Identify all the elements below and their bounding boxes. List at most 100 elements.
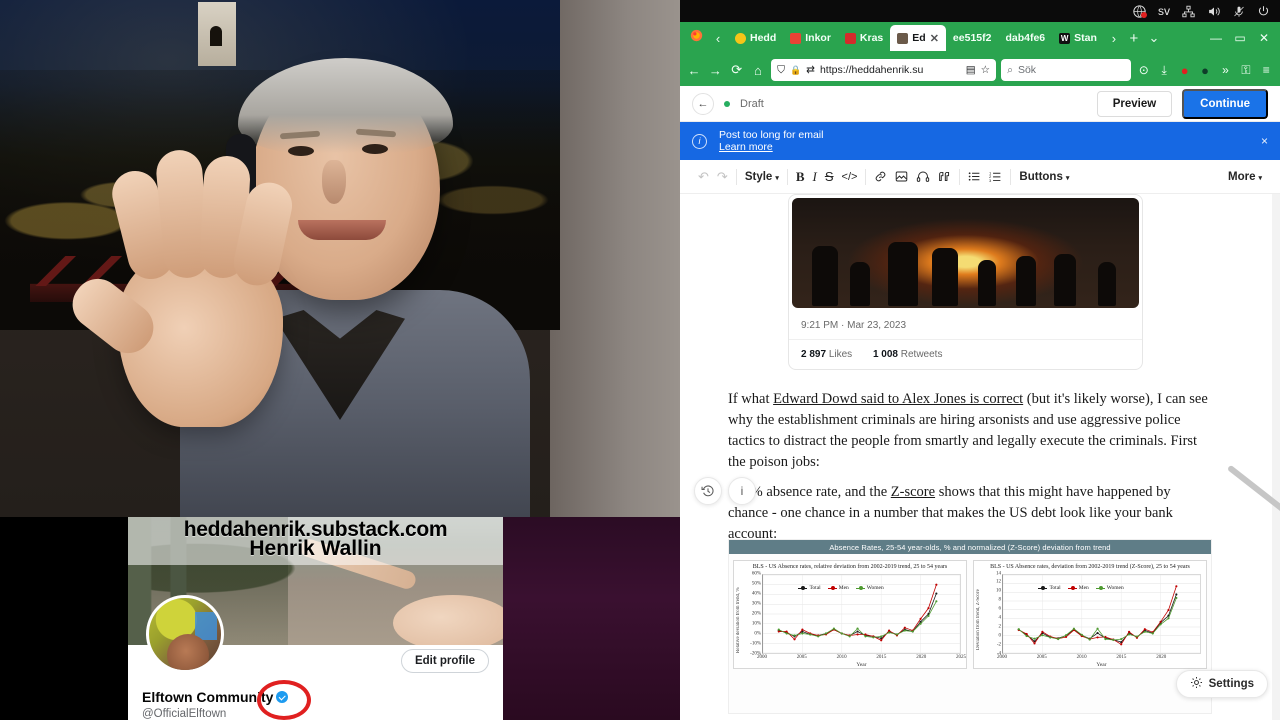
p1-link[interactable]: Edward Dowd said to Alex Jones is correc… (773, 391, 1023, 407)
image-icon[interactable] (895, 170, 908, 183)
y-tick-label: 12 (996, 579, 1001, 585)
tweet-timestamp: 9:21 PM · Mar 23, 2023 (801, 320, 907, 331)
overflow-chevrons-icon[interactable]: » (1218, 63, 1233, 77)
chart-title: BLS - US Absence rates, relative deviati… (752, 564, 948, 570)
tab-hedd[interactable]: Hedd (728, 25, 783, 51)
likes-count: 2 897 (801, 349, 827, 360)
extension-icon[interactable]: ● (1197, 63, 1212, 78)
gear-icon (1190, 676, 1203, 692)
recording-indicator-icon[interactable] (1133, 4, 1147, 18)
webcam-video-panel (0, 0, 680, 517)
crowd-figure (888, 242, 918, 306)
reload-icon[interactable]: ⟳ (729, 62, 745, 78)
crowd-figure (850, 262, 870, 306)
editor-back-button[interactable]: ← (692, 92, 714, 115)
person-hair (238, 58, 453, 153)
x-tick-label: 2015 (1116, 654, 1127, 660)
window-minimize-button[interactable]: — (1204, 31, 1228, 45)
document-info-button[interactable]: i (728, 477, 756, 505)
editor-header: ← Draft Preview Continue (680, 86, 1280, 122)
absence-rates-chart-image[interactable]: Absence Rates, 25-54 year-olds, % and no… (728, 539, 1212, 714)
quote-icon[interactable] (938, 170, 951, 183)
person-raised-hand (62, 142, 318, 442)
power-icon[interactable] (1257, 5, 1270, 18)
buttons-dropdown[interactable]: Buttons ▾ (1019, 171, 1069, 183)
charts-row: BLS - US Absence rates, relative deviati… (729, 554, 1211, 671)
edit-profile-button[interactable]: Edit profile (400, 649, 489, 673)
tracking-protection-icon[interactable]: ⇄ (806, 64, 815, 76)
tab-ee515f2[interactable]: ee515f2 (946, 25, 999, 51)
keyboard-layout-indicator[interactable]: sv (1158, 5, 1170, 17)
bold-icon[interactable]: B (796, 169, 805, 185)
y-tick-label: 0 (998, 633, 1002, 639)
extensions-puzzle-icon[interactable]: ⚿ (1238, 63, 1253, 78)
microphone-muted-icon[interactable] (1233, 5, 1245, 18)
editor-document-body[interactable]: 9:21 PM · Mar 23, 2023 2 897 Likes 1 008… (680, 194, 1280, 720)
browser-navigation-bar: ← → ⟳ ⌂ ⛉ 🔒 ⇄ https://heddahenrik.su ▤ ☆… (680, 54, 1280, 86)
settings-button[interactable]: Settings (1175, 670, 1268, 698)
avatar[interactable] (146, 595, 224, 673)
version-history-button[interactable] (694, 477, 722, 505)
y-tick-label: 30% (751, 601, 761, 606)
x-tick-label: 2000 (757, 654, 767, 660)
network-icon[interactable] (1182, 5, 1195, 18)
home-icon[interactable]: ⌂ (750, 63, 766, 78)
bookmark-star-icon[interactable]: ☆ (981, 64, 990, 76)
page-scrollbar[interactable] (1226, 194, 1280, 720)
embedded-tweet-card[interactable]: 9:21 PM · Mar 23, 2023 2 897 Likes 1 008… (788, 194, 1143, 370)
italic-icon[interactable]: I (813, 169, 817, 185)
p1-pre: If what (728, 391, 774, 407)
p2-link[interactable]: Z-score (891, 484, 935, 500)
alert-favicon-icon (844, 32, 856, 44)
bullet-list-icon[interactable] (968, 170, 981, 183)
lock-icon[interactable]: 🔒 (790, 65, 801, 76)
app-menu-icon[interactable]: ≡ (1259, 63, 1274, 77)
legend-women: Women (1095, 585, 1124, 591)
reader-mode-icon[interactable]: ▤ (966, 64, 976, 76)
plot-area: Relative deviation from trend, % -20% -10… (736, 571, 966, 668)
y-axis-label: Relative deviation from trend, % (736, 586, 741, 653)
url-bar[interactable]: ⛉ 🔒 ⇄ https://heddahenrik.su ▤ ☆ (771, 59, 997, 81)
volume-icon[interactable] (1207, 5, 1221, 18)
y-tick-label: -10% (750, 641, 761, 646)
audio-icon[interactable] (916, 170, 930, 183)
banner-learn-more-link[interactable]: Learn more (719, 141, 823, 153)
tab-ed-active[interactable]: Ed ✕ (890, 25, 946, 51)
tab-scroll-right-icon[interactable]: › (1104, 31, 1124, 46)
redo-icon[interactable]: ↷ (717, 169, 728, 185)
strikethrough-icon[interactable]: S (825, 169, 834, 184)
x-tick-label: 2005 (796, 654, 807, 660)
continue-button[interactable]: Continue (1182, 88, 1268, 119)
list-all-tabs-icon[interactable]: ⌄ (1144, 30, 1164, 46)
banner-close-icon[interactable]: × (1261, 134, 1268, 148)
y-tick-label: 2 (998, 624, 1002, 630)
preview-button[interactable]: Preview (1096, 90, 1173, 117)
window-maximize-button[interactable]: ▭ (1228, 31, 1252, 45)
tweet-image (792, 198, 1139, 308)
tab-close-icon[interactable]: ✕ (930, 32, 939, 45)
undo-icon[interactable]: ↶ (698, 169, 709, 185)
tab-history-back-icon[interactable]: ‹ (708, 31, 728, 46)
code-icon[interactable]: </> (842, 171, 858, 183)
shield-icon[interactable]: ⛉ (777, 64, 785, 77)
tab-kras[interactable]: Kras (838, 25, 890, 51)
style-dropdown[interactable]: Style ▾ (745, 171, 779, 183)
tweet-likes: 2 897 Likes (801, 349, 852, 360)
search-input[interactable]: ⌕ Sök (1001, 59, 1132, 81)
forward-icon[interactable]: → (707, 63, 723, 78)
tab-inkor[interactable]: Inkor (783, 25, 838, 51)
new-tab-button[interactable]: + (1124, 30, 1144, 47)
y-tick-label: 10% (751, 621, 761, 626)
more-dropdown[interactable]: More ▾ (1228, 171, 1262, 183)
back-icon[interactable]: ← (686, 63, 702, 78)
numbered-list-icon[interactable]: 123 (989, 170, 1002, 183)
tab-dab4fe6[interactable]: dab4fe6 (998, 25, 1052, 51)
window-close-button[interactable]: ✕ (1252, 31, 1276, 45)
ublock-origin-icon[interactable]: ● (1177, 63, 1192, 78)
link-icon[interactable] (874, 170, 887, 183)
tab-stan[interactable]: W Stan (1052, 25, 1104, 51)
y-tick-label: 14 (996, 571, 1001, 576)
tab-label: Inkor (805, 32, 831, 44)
downloads-icon[interactable]: ⤓ (1156, 63, 1171, 78)
pocket-icon[interactable]: ⊙ (1136, 63, 1151, 77)
